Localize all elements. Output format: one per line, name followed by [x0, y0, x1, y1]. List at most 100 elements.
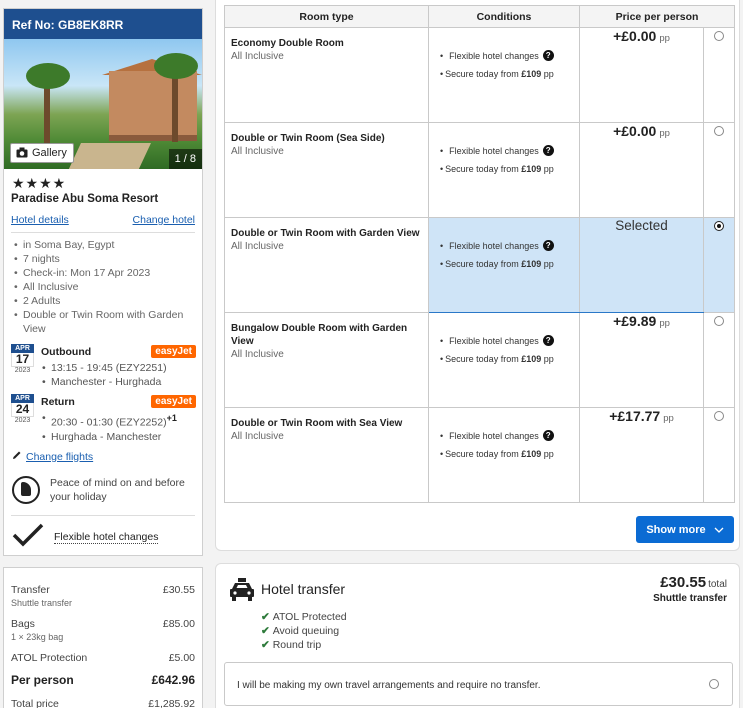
- transfer-price-row: Transfer Shuttle transfer £30.55: [11, 584, 195, 608]
- flight-route: Manchester - Hurghada: [42, 375, 167, 389]
- condition-secure: Secure today from: [445, 69, 519, 79]
- total-word: total: [708, 579, 727, 590]
- room-radio[interactable]: [714, 316, 724, 326]
- change-flights-link[interactable]: Change flights: [26, 451, 93, 463]
- room-radio-selected[interactable]: [714, 221, 724, 231]
- condition-flex: Flexible hotel changes: [449, 335, 539, 346]
- room-row-selected[interactable]: Double or Twin Room with Garden View All …: [224, 217, 735, 313]
- header-price: Price per person: [579, 5, 735, 28]
- checkmark-icon: [12, 522, 44, 553]
- deposit-amount: £109: [521, 449, 542, 459]
- atol-logo-icon: [12, 476, 40, 504]
- taxi-icon: [229, 577, 255, 603]
- atol-text: Peace of mind on and before your holiday: [50, 477, 185, 503]
- show-more-button[interactable]: Show more: [636, 516, 734, 543]
- room-row[interactable]: Bungalow Double Room with Garden View All…: [224, 312, 735, 408]
- day-offset: +1: [166, 413, 177, 423]
- no-transfer-radio[interactable]: [709, 679, 719, 689]
- chevron-down-icon: [714, 524, 724, 536]
- calendar-icon: APR 17 2023: [11, 344, 34, 374]
- deposit-amount: £109: [521, 69, 542, 79]
- booking-details-list: in Soma Bay, Egypt 7 nights Check-in: Mo…: [4, 233, 202, 336]
- total-price-row: Total price £1,285.92: [11, 698, 195, 708]
- flight-direction: Return: [41, 396, 75, 408]
- room-radio[interactable]: [714, 126, 724, 136]
- room-price: +£17.77: [609, 408, 661, 424]
- transfer-price: £30.55 total Shuttle transfer: [653, 574, 727, 604]
- price-value: £85.00: [162, 618, 195, 630]
- help-icon[interactable]: ?: [542, 50, 554, 61]
- change-hotel-link[interactable]: Change hotel: [133, 214, 195, 226]
- photo-path: [67, 143, 151, 169]
- transfer-type: Shuttle transfer: [653, 593, 727, 604]
- star-rating: ★★★★: [12, 175, 67, 191]
- board-type: All Inclusive: [231, 241, 284, 252]
- room-table: Room type Conditions Price per person Ec…: [224, 5, 735, 503]
- per-person-suffix: pp: [659, 318, 670, 329]
- condition-secure: Secure today from: [445, 354, 519, 364]
- room-radio[interactable]: [714, 31, 724, 41]
- hotel-photo[interactable]: Gallery 1 / 8: [4, 39, 202, 169]
- date-day: 17: [11, 353, 34, 367]
- per-person-row: Per person £642.96: [11, 673, 195, 687]
- no-transfer-option[interactable]: I will be making my own travel arrangeme…: [224, 662, 733, 706]
- price-value: £1,285.92: [148, 698, 195, 708]
- flexible-changes-label[interactable]: Flexible hotel changes: [54, 531, 159, 544]
- condition-secure: Secure today from: [445, 164, 519, 174]
- atol-price-row: ATOL Protection £5.00: [11, 652, 195, 664]
- hotel-details-link[interactable]: Hotel details: [11, 214, 69, 226]
- room-price: +£9.89: [613, 313, 657, 329]
- price-label: Total price: [11, 698, 59, 708]
- condition-suffix: pp: [543, 69, 554, 79]
- room-name: Double or Twin Room with Garden View: [231, 228, 420, 239]
- room-row[interactable]: Double or Twin Room with Sea View All Inc…: [224, 407, 735, 503]
- hotel-transfer-panel: Hotel transfer £30.55 total Shuttle trans…: [215, 563, 740, 708]
- flight-time: 20:30 - 01:30 (EZY2252)+1: [42, 411, 177, 430]
- detail-location: in Soma Bay, Egypt: [14, 238, 196, 252]
- condition-suffix: pp: [543, 164, 554, 174]
- help-icon[interactable]: ?: [542, 430, 554, 441]
- selected-label: Selected: [615, 218, 668, 233]
- help-icon[interactable]: ?: [542, 145, 554, 156]
- board-type: All Inclusive: [231, 51, 284, 62]
- camera-icon: [16, 147, 28, 162]
- price-sublabel: 1 × 23kg bag: [11, 632, 64, 642]
- help-icon[interactable]: ?: [542, 335, 554, 346]
- room-name: Double or Twin Room (Sea Side): [231, 133, 385, 144]
- price-value: £30.55: [162, 584, 195, 596]
- board-type: All Inclusive: [231, 431, 284, 442]
- detail-checkin: Check-in: Mon 17 Apr 2023: [14, 266, 196, 280]
- price-label: Per person: [11, 673, 74, 687]
- room-radio[interactable]: [714, 411, 724, 421]
- detail-board: All Inclusive: [14, 280, 196, 294]
- condition-flex: Flexible hotel changes: [449, 240, 539, 251]
- header-room-type: Room type: [224, 5, 429, 28]
- pencil-icon: [12, 450, 22, 463]
- detail-room: Double or Twin Room with Garden View: [14, 308, 196, 336]
- condition-suffix: pp: [543, 354, 554, 364]
- gallery-button[interactable]: Gallery: [10, 143, 74, 163]
- flight-direction: Outbound: [41, 346, 92, 358]
- per-person-suffix: pp: [659, 128, 670, 139]
- room-row[interactable]: Economy Double Room All Inclusive • Flexib…: [224, 27, 735, 123]
- detail-nights: 7 nights: [14, 252, 196, 266]
- condition-secure: Secure today from: [445, 449, 519, 459]
- hotel-name: Paradise Abu Soma Resort: [11, 193, 159, 205]
- help-icon[interactable]: ?: [542, 240, 554, 251]
- photo-palm-leaves: [26, 63, 70, 89]
- calendar-icon: APR 24 2023: [11, 394, 34, 424]
- room-name: Bungalow Double Room with Garden View: [231, 323, 408, 347]
- gallery-label: Gallery: [32, 147, 67, 159]
- date-year: 2023: [14, 417, 31, 424]
- condition-suffix: pp: [543, 259, 554, 269]
- bags-price-row: Bags 1 × 23kg bag £85.00: [11, 618, 195, 642]
- reference-number: Ref No: GB8EK8RR: [4, 9, 202, 39]
- deposit-amount: £109: [521, 164, 542, 174]
- header-conditions: Conditions: [428, 5, 580, 28]
- booking-summary-card: Ref No: GB8EK8RR Gallery 1 / 8 ★★★★ Para…: [3, 8, 203, 556]
- room-row[interactable]: Double or Twin Room (Sea Side) All Inclus…: [224, 122, 735, 218]
- no-transfer-label: I will be making my own travel arrangeme…: [237, 680, 541, 691]
- price-breakdown: Transfer Shuttle transfer £30.55 Bags 1 × …: [3, 567, 203, 708]
- price-label: Transfer: [11, 584, 50, 596]
- room-selection-panel: Room type Conditions Price per person Ec…: [215, 0, 740, 551]
